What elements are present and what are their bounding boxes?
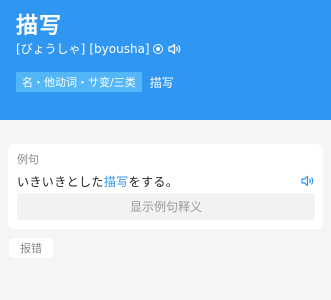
- speaker-icon[interactable]: [168, 43, 182, 55]
- report-error-button[interactable]: 报错: [9, 238, 53, 258]
- example-section-label: 例句: [17, 153, 39, 166]
- record-circle-icon[interactable]: [152, 43, 163, 54]
- part-of-speech-tag: 名・他动词・サ变/三类: [16, 72, 142, 92]
- pronunciation-row: [びょうしゃ] [byousha]: [16, 40, 182, 57]
- example-speaker-icon[interactable]: [301, 175, 315, 187]
- example-sentence: いきいきとした描写をする。: [17, 173, 178, 190]
- definition-row: 名・他动词・サ变/三类 描写: [16, 72, 174, 92]
- sentence-after: をする。: [128, 175, 179, 189]
- kana-reading: [びょうしゃ]: [16, 42, 86, 56]
- headword: 描写: [16, 14, 63, 39]
- example-card: 例句 いきいきとした描写をする。 显示例句释义: [8, 144, 323, 229]
- sentence-before: いきいきとした: [17, 175, 104, 189]
- romaji-reading: [byousha]: [89, 41, 150, 56]
- word-header: 描写 [びょうしゃ] [byousha] 名・他动词・サ变/三类 描写: [0, 0, 331, 120]
- show-translation-button[interactable]: 显示例句释义: [17, 193, 315, 220]
- sentence-highlight: 描写: [103, 175, 129, 189]
- definition-text: 描写: [149, 75, 174, 90]
